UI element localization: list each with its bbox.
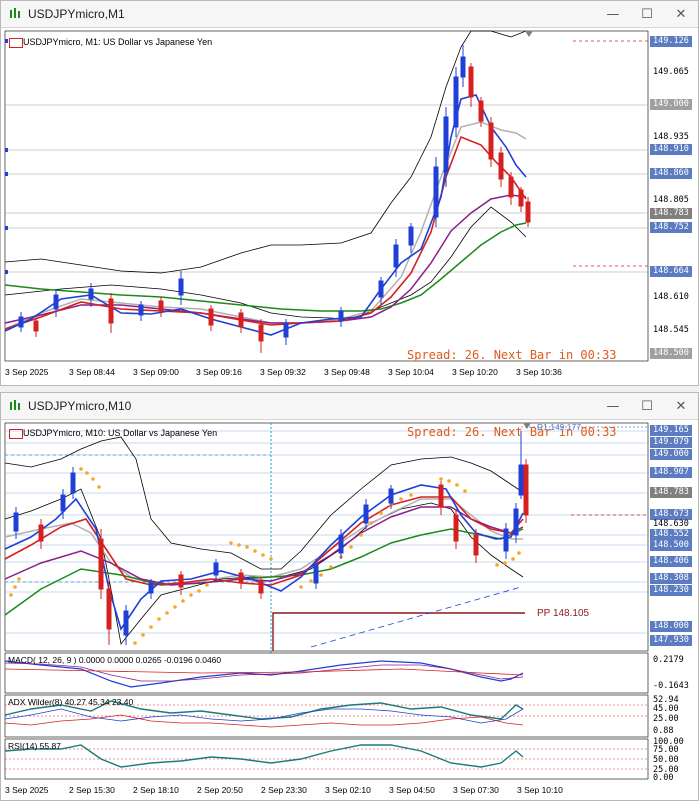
close-button[interactable]: ✕ (664, 393, 698, 419)
price-tag: 148.664 (650, 266, 692, 277)
price-label: 148.805 (653, 195, 689, 205)
price-tag: 148.500 (650, 540, 692, 551)
close-button[interactable]: ✕ (664, 1, 698, 27)
macd-level: 0.2179 (653, 655, 684, 665)
symbol-label: USDJPYmicro, M1: US Dollar vs Japanese Y… (23, 37, 213, 47)
price-tag: 149.000 (650, 99, 692, 110)
price-tag: 148.308 (650, 573, 692, 584)
macd-label: MACD( 12, 26, 9 ) 0.0000 0.0000 0.0265 -… (8, 655, 222, 665)
time-label: 3 Sep 09:32 (260, 367, 306, 377)
price-tag: 148.752 (650, 222, 692, 233)
chart-header-icons (9, 429, 23, 439)
time-label: 3 Sep 10:20 (452, 367, 498, 377)
time-axis[interactable]: 3 Sep 2025 2 Sep 15:30 2 Sep 18:10 2 Sep… (1, 781, 698, 800)
price-tag: 149.165 (650, 425, 692, 436)
time-label: 3 Sep 10:36 (516, 367, 562, 377)
price-chart-m1[interactable] (1, 27, 699, 386)
price-axis[interactable]: 149.126 149.065 149.000 148.935 148.910 … (650, 27, 698, 363)
price-axis[interactable]: 149.165 149.079 149.000 148.907 148.783 … (650, 419, 698, 783)
price-tag: 148.552 (650, 529, 692, 540)
price-tag: 147.930 (650, 635, 692, 646)
time-label: 2 Sep 23:30 (261, 785, 307, 795)
price-label: 149.065 (653, 67, 689, 77)
price-tag: 148.406 (650, 556, 692, 567)
price-tag: 148.860 (650, 168, 692, 179)
rsi-label: RSI(14) 55.87 (8, 741, 61, 751)
chart-app-icon (8, 7, 22, 21)
chart-window-m1[interactable]: USDJPYmicro,M1 — ☐ ✕ USDJPYmicro, M1: US… (0, 0, 699, 386)
pp-label: PP 148.105 (537, 608, 590, 619)
price-tag: 148.000 (650, 621, 692, 632)
adx-level: 0.88 (653, 726, 674, 736)
time-label: 3 Sep 09:16 (196, 367, 242, 377)
price-tag-bid: 148.783 (650, 208, 692, 219)
price-label: 148.545 (653, 325, 689, 335)
price-label: 148.935 (653, 132, 689, 142)
rsi-level: 50.00 (653, 755, 679, 765)
adx-level: 25.00 (653, 714, 679, 724)
time-label: 3 Sep 08:44 (69, 367, 115, 377)
window-title: USDJPYmicro,M1 (28, 7, 125, 21)
time-label: 3 Sep 09:48 (324, 367, 370, 377)
adx-label: ADX Wilder(8) 40.27 45.34 23.40 (8, 697, 134, 707)
price-tag: 149.079 (650, 437, 692, 448)
price-label: 148.630 (653, 519, 689, 529)
price-tag-high: 149.126 (650, 36, 692, 47)
time-label: 3 Sep 02:10 (325, 785, 371, 795)
maximize-button[interactable]: ☐ (630, 393, 664, 419)
time-label: 2 Sep 18:10 (133, 785, 179, 795)
time-label: 3 Sep 09:00 (133, 367, 179, 377)
price-tag: 148.500 (650, 348, 692, 359)
time-label: 3 Sep 07:30 (453, 785, 499, 795)
maximize-button[interactable]: ☐ (630, 1, 664, 27)
spread-text: Spread: 26. Next Bar in 00:33 (407, 425, 617, 439)
minimize-button[interactable]: — (596, 1, 630, 27)
price-tag: 149.000 (650, 449, 692, 460)
time-label: 2 Sep 15:30 (69, 785, 115, 795)
window-title: USDJPYmicro,M10 (28, 399, 132, 413)
time-label: 3 Sep 2025 (5, 367, 49, 377)
r1-label: R1 149.177 (537, 422, 581, 432)
symbol-label: USDJPYmicro, M10: US Dollar vs Japanese … (23, 428, 218, 438)
time-label: 3 Sep 2025 (5, 785, 49, 795)
price-tag: 148.910 (650, 144, 692, 155)
time-axis[interactable]: 3 Sep 2025 3 Sep 08:44 3 Sep 09:00 3 Sep… (1, 363, 698, 383)
time-label: 3 Sep 10:04 (388, 367, 434, 377)
window-titlebar[interactable]: USDJPYmicro,M10 — ☐ ✕ (1, 393, 698, 420)
price-chart-m10[interactable] (1, 419, 699, 801)
time-label: 2 Sep 20:50 (197, 785, 243, 795)
chart-app-icon (8, 399, 22, 413)
minimize-button[interactable]: — (596, 393, 630, 419)
price-label: 148.610 (653, 292, 689, 302)
time-label: 3 Sep 04:50 (389, 785, 435, 795)
price-tag-bid: 148.783 (650, 487, 692, 498)
price-tag: 148.230 (650, 585, 692, 596)
chart-window-m10[interactable]: USDJPYmicro,M10 — ☐ ✕ USDJPYmicro, M10: … (0, 392, 699, 801)
adx-level: 45.00 (653, 704, 679, 714)
spread-text: Spread: 26. Next Bar in 00:33 (407, 348, 617, 362)
time-label: 3 Sep 10:10 (517, 785, 563, 795)
macd-level: -0.1643 (653, 681, 689, 691)
price-tag: 148.907 (650, 467, 692, 478)
chart-header-icons (9, 38, 23, 48)
rsi-level: 75.00 (653, 745, 679, 755)
window-titlebar[interactable]: USDJPYmicro,M1 — ☐ ✕ (1, 1, 698, 28)
